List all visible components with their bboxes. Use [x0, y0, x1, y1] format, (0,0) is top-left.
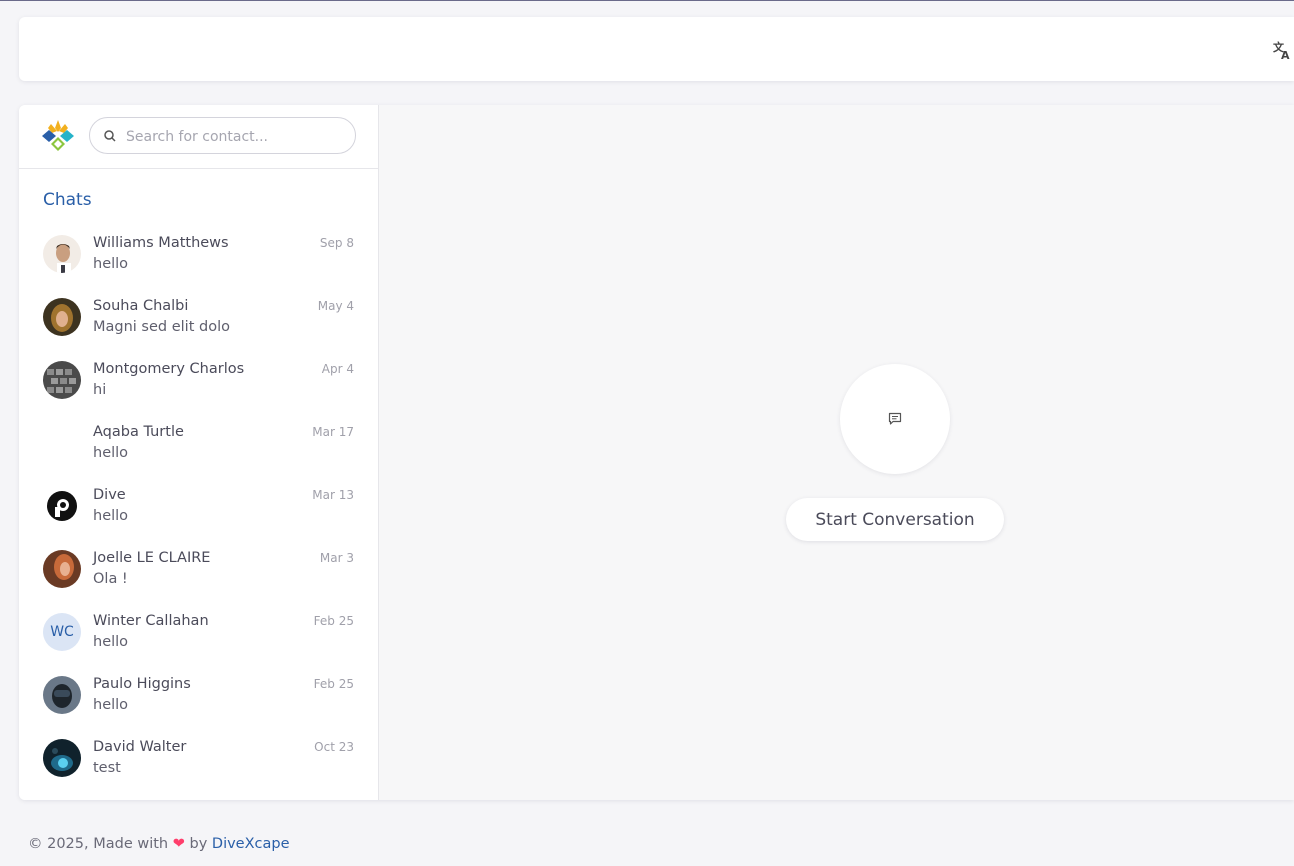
- avatar: [43, 550, 81, 588]
- avatar: [43, 739, 81, 777]
- chat-preview: hello: [93, 256, 129, 272]
- chat-item[interactable]: Souha Chalbi Magni sed elit dolo May 4: [19, 294, 378, 357]
- chat-name: Souha Chalbi: [93, 298, 189, 314]
- footer: © 2025, Made with ❤ by DiveXcape: [28, 836, 290, 852]
- chat-name: Joelle LE CLAIRE: [93, 550, 211, 566]
- chat-preview: Ola !: [93, 571, 128, 587]
- chat-name: Aqaba Turtle: [93, 424, 184, 440]
- contact-search[interactable]: [89, 117, 356, 154]
- chat-preview: hello: [93, 634, 129, 650]
- avatar: [43, 676, 81, 714]
- avatar: [43, 424, 81, 462]
- search-icon: [104, 130, 116, 142]
- chat-name: Montgomery Charlos: [93, 361, 245, 377]
- avatar: [43, 235, 81, 273]
- chat-date: Apr 4: [321, 362, 354, 376]
- chat-preview: hello: [93, 508, 129, 524]
- chat-name: David Walter: [93, 739, 187, 755]
- search-input[interactable]: [124, 125, 348, 149]
- start-conversation-icon-button[interactable]: [840, 364, 950, 474]
- heart-icon: ❤: [172, 836, 185, 852]
- chat-date: Feb 25: [313, 677, 354, 691]
- start-conversation-button[interactable]: Start Conversation: [786, 498, 1004, 541]
- chat-name: Williams Matthews: [93, 235, 229, 251]
- chat-item[interactable]: David Walter test Oct 23: [19, 735, 378, 798]
- chat-item[interactable]: WC Winter Callahan hello Feb 25: [19, 609, 378, 672]
- svg-text:A: A: [1281, 49, 1290, 60]
- chat-date: Mar 3: [319, 551, 354, 565]
- chat-preview: Magni sed elit dolo: [93, 319, 230, 335]
- chat-date: May 4: [317, 299, 354, 313]
- top-navbar: 文 A: [19, 17, 1294, 81]
- chat-date: Mar 13: [312, 488, 354, 502]
- chat-item[interactable]: Joelle LE CLAIRE Ola ! Mar 3: [19, 546, 378, 609]
- chat-item[interactable]: Aqaba Turtle hello Mar 17: [19, 420, 378, 483]
- chat-preview: test: [93, 760, 121, 776]
- chat-preview: hello: [93, 445, 129, 461]
- message-icon: [888, 412, 902, 425]
- chat-item[interactable]: Dive hello Mar 13: [19, 483, 378, 546]
- footer-copyright: © 2025, Made with: [28, 836, 169, 852]
- chat-preview: hello: [93, 697, 129, 713]
- avatar: [43, 361, 81, 399]
- chat-panel: Chats Williams Matthews hello Sep 8: [19, 105, 1294, 800]
- chat-name: Winter Callahan: [93, 613, 209, 629]
- chat-name: Dive: [93, 487, 126, 503]
- chat-item[interactable]: Williams Matthews hello Sep 8: [19, 231, 378, 294]
- avatar-initials: WC: [50, 624, 74, 640]
- chat-preview: hi: [93, 382, 107, 398]
- chat-date: Oct 23: [314, 740, 354, 754]
- top-border: [0, 0, 1294, 1]
- translate-icon[interactable]: 文 A: [1272, 40, 1294, 62]
- avatar: WC: [43, 613, 81, 651]
- chat-date: Mar 17: [312, 425, 354, 439]
- avatar: [43, 487, 81, 525]
- sidebar-header: [19, 105, 378, 169]
- chat-item[interactable]: Paulo Higgins hello Feb 25: [19, 672, 378, 735]
- divexcape-logo-icon[interactable]: [40, 118, 76, 154]
- footer-by: by: [189, 836, 208, 852]
- chat-date: Sep 8: [319, 236, 354, 250]
- chat-list: Williams Matthews hello Sep 8 Souha Chal…: [19, 231, 378, 798]
- chat-date: Feb 25: [313, 614, 354, 628]
- brand-link[interactable]: DiveXcape: [212, 836, 290, 852]
- chat-item[interactable]: Montgomery Charlos hi Apr 4: [19, 357, 378, 420]
- chat-sidebar: Chats Williams Matthews hello Sep 8: [19, 105, 379, 800]
- chats-heading: Chats: [43, 190, 92, 210]
- avatar: [43, 298, 81, 336]
- chat-name: Paulo Higgins: [93, 676, 191, 692]
